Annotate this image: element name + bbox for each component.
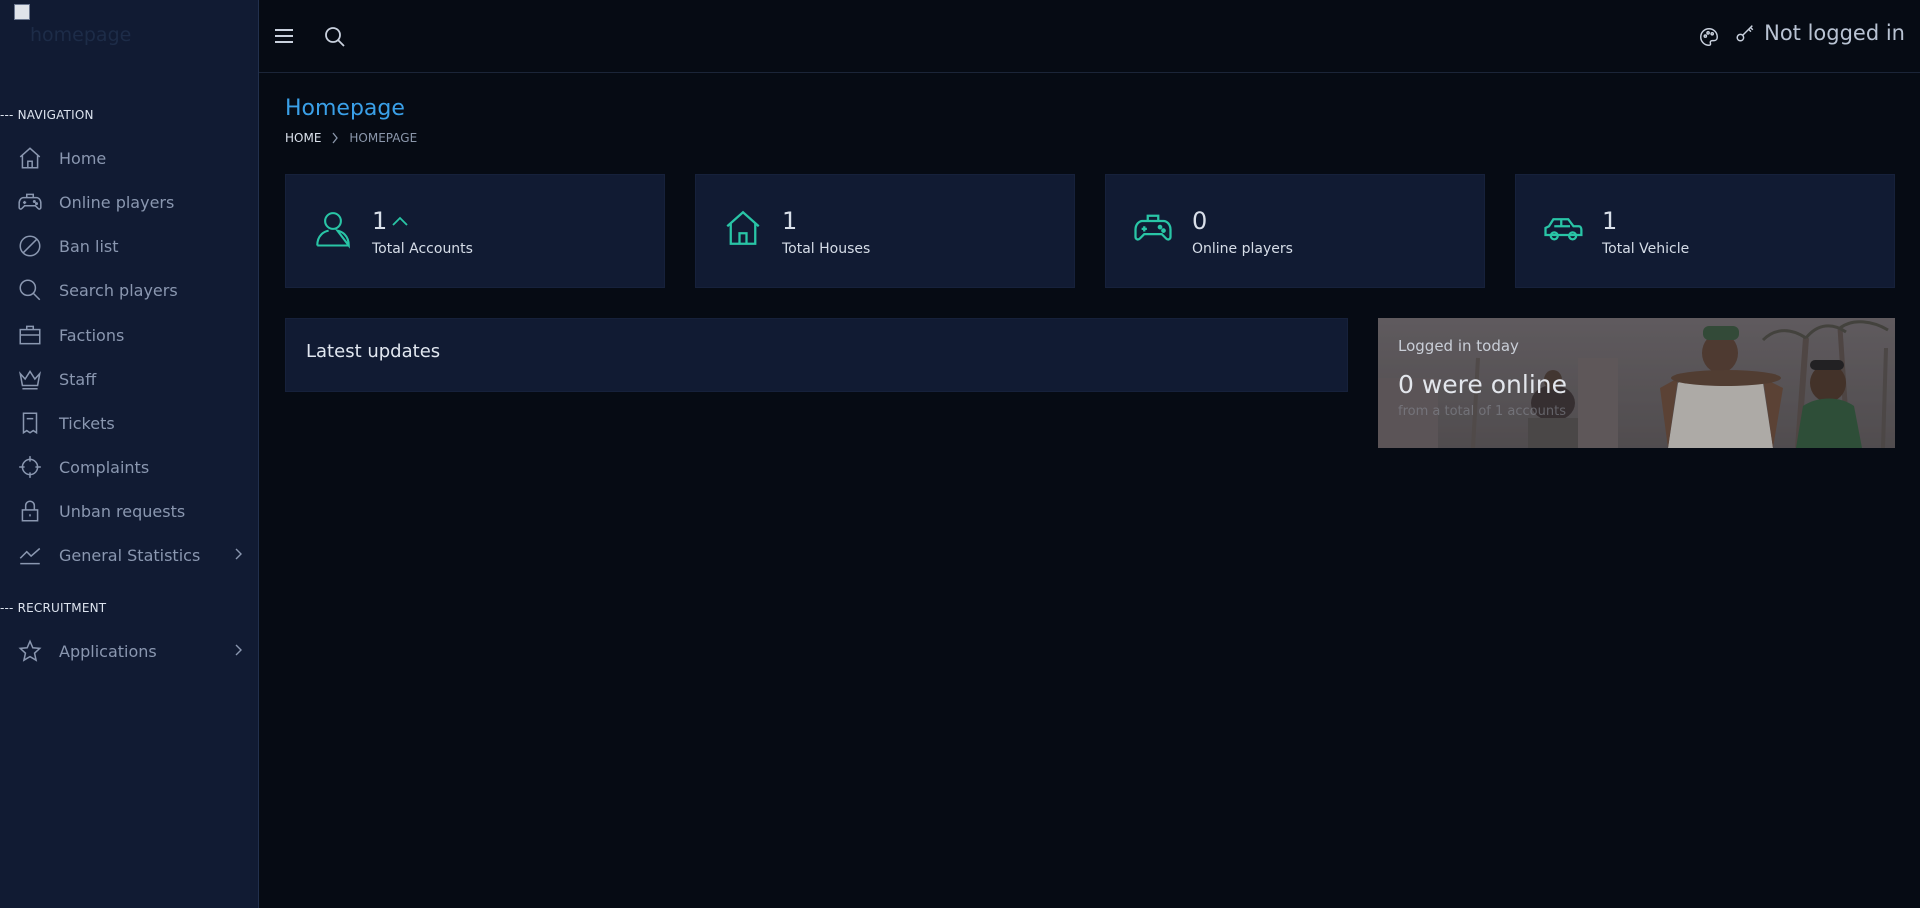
hamburger-icon[interactable] <box>274 27 294 49</box>
sidebar-item-factions[interactable]: Factions <box>0 313 258 357</box>
sidebar-item-online-players[interactable]: Online players <box>0 180 258 224</box>
logged-in-today-title: Logged in today <box>1398 337 1519 355</box>
palette-icon[interactable] <box>1698 26 1720 52</box>
sidebar-item-label: Online players <box>59 192 175 212</box>
sidebar-item-label: Tickets <box>59 413 115 433</box>
logged-in-today-subtitle: from a total of 1 accounts <box>1398 404 1566 419</box>
login-status[interactable]: Not logged in <box>1734 21 1905 45</box>
user-icon <box>312 207 354 253</box>
latest-updates-title: Latest updates <box>306 341 441 362</box>
sidebar-item-home[interactable]: Home <box>0 136 258 180</box>
stat-label: Total Vehicle <box>1602 241 1690 257</box>
car-icon <box>1542 207 1584 253</box>
sidebar-item-search-players[interactable]: Search players <box>0 268 258 312</box>
sidebar-item-label: Search players <box>59 280 178 300</box>
sidebar-item-label: Unban requests <box>59 501 186 521</box>
stat-card-total-houses: 1 Total Houses <box>695 174 1075 288</box>
logo-alt-text: homepage <box>30 24 132 46</box>
sidebar-item-label: Ban list <box>59 236 119 256</box>
stat-value: 1 <box>1602 207 1618 235</box>
sidebar: homepage --- NAVIGATION Home Online play… <box>0 0 259 908</box>
stat-value: 1 <box>372 207 409 235</box>
stat-card-total-accounts: 1 Total Accounts <box>285 174 665 288</box>
sidebar-item-label: Staff <box>59 369 97 389</box>
stat-card-total-vehicle: 1 Total Vehicle <box>1515 174 1895 288</box>
sidebar-item-label: General Statistics <box>59 545 201 565</box>
sidebar-item-label: Home <box>59 148 107 168</box>
breadcrumb-home-link[interactable]: HOME <box>285 131 321 145</box>
nav-section-header-navigation: --- NAVIGATION <box>0 108 94 122</box>
page-title: Homepage <box>285 96 405 121</box>
crown-icon <box>15 364 45 394</box>
ticket-icon <box>15 408 45 438</box>
stat-label: Total Houses <box>782 241 871 257</box>
search-icon <box>15 275 45 305</box>
lock-icon <box>15 496 45 526</box>
chevron-right-icon <box>233 546 243 565</box>
home-icon <box>15 143 45 173</box>
breadcrumb: HOME HOMEPAGE <box>285 131 417 145</box>
breadcrumb-current: HOMEPAGE <box>349 131 418 145</box>
sidebar-item-label: Complaints <box>59 457 150 477</box>
stat-label: Total Accounts <box>372 241 473 257</box>
chart-line-icon <box>15 540 45 570</box>
login-label: Not logged in <box>1764 21 1905 45</box>
gamepad-icon <box>15 187 45 217</box>
briefcase-icon <box>15 320 45 350</box>
broken-image-icon <box>14 4 30 20</box>
stat-value: 0 <box>1192 207 1208 235</box>
stat-value: 1 <box>782 207 798 235</box>
nav-section-header-recruitment: --- RECRUITMENT <box>0 601 107 615</box>
chevron-right-icon <box>331 132 339 144</box>
key-icon <box>1734 22 1756 44</box>
sidebar-item-staff[interactable]: Staff <box>0 357 258 401</box>
house-icon <box>722 207 764 253</box>
sidebar-item-label: Factions <box>59 325 125 345</box>
sidebar-item-unban-requests[interactable]: Unban requests <box>0 489 258 533</box>
sidebar-item-complaints[interactable]: Complaints <box>0 445 258 489</box>
logo[interactable]: homepage <box>14 2 234 52</box>
logged-in-today-card: Logged in today 0 were online from a tot… <box>1378 318 1895 448</box>
latest-updates-card: Latest updates <box>285 318 1348 392</box>
chevron-right-icon <box>233 642 243 661</box>
topbar: Not logged in <box>259 0 1920 73</box>
stat-label: Online players <box>1192 241 1293 257</box>
ban-icon <box>15 231 45 261</box>
star-icon <box>15 636 45 666</box>
logged-in-today-count: 0 were online <box>1398 370 1567 399</box>
trend-up-icon <box>391 215 409 227</box>
sidebar-item-label: Applications <box>59 641 157 661</box>
crosshair-icon <box>15 452 45 482</box>
stat-card-online-players: 0 Online players <box>1105 174 1485 288</box>
gamepad-icon <box>1132 207 1174 253</box>
sidebar-item-applications[interactable]: Applications <box>0 629 258 673</box>
sidebar-item-general-statistics[interactable]: General Statistics <box>0 533 258 577</box>
search-icon[interactable] <box>323 25 347 53</box>
sidebar-item-ban-list[interactable]: Ban list <box>0 224 258 268</box>
sidebar-item-tickets[interactable]: Tickets <box>0 401 258 445</box>
